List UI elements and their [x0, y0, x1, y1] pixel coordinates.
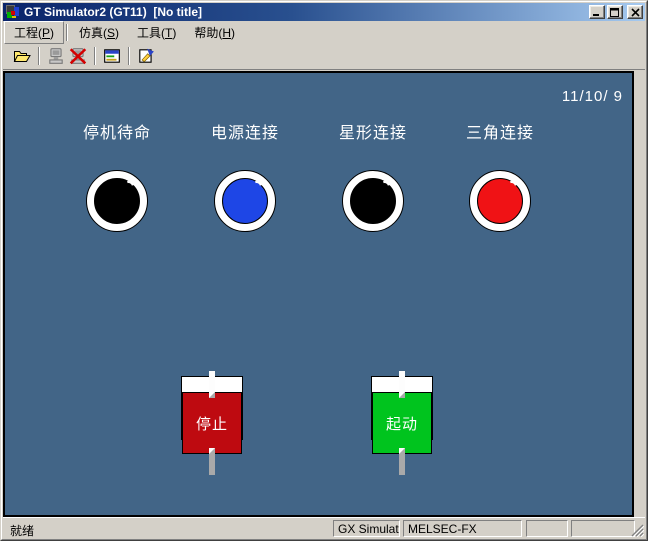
device-monitor-icon [103, 47, 121, 65]
minimize-icon [592, 8, 602, 17]
gt-simulator-app-icon [5, 4, 21, 20]
client-area: 11/10/ 9 停机待命 电源连接 星形连接 三角连接 停止 起动 [3, 69, 645, 515]
lamp-highlight [121, 179, 136, 194]
lamp-label-stop-standby: 停机待命 [83, 119, 151, 143]
resize-grip-icon[interactable] [631, 524, 644, 537]
simulate-start-button[interactable] [45, 45, 67, 67]
open-project-button[interactable] [11, 45, 33, 67]
lamp-power-connect [214, 170, 276, 232]
device-monitor-button[interactable] [101, 45, 123, 67]
minimize-button[interactable] [589, 5, 605, 19]
status-panel-plc-type: MELSEC-FX [403, 520, 522, 537]
title-bar[interactable]: GT Simulator2 (GT11) [No title] [3, 3, 645, 21]
lamp-highlight [377, 179, 392, 194]
simulate-start-icon [47, 47, 65, 65]
status-panel-simulator: GX Simulator [333, 520, 400, 537]
lamp-label-star-connect: 星形连接 [339, 119, 407, 143]
lamp-delta-connect [469, 170, 531, 232]
maximize-icon [610, 8, 620, 17]
close-icon [631, 8, 640, 17]
hmi-date: 11/10/ 9 [562, 88, 623, 105]
hmi-screen: 11/10/ 9 停机待命 电源连接 星形连接 三角连接 停止 起动 [3, 71, 634, 517]
menu-separator [66, 24, 68, 41]
status-panel-empty [526, 520, 568, 537]
lamp-label-power-connect: 电源连接 [211, 119, 279, 143]
lamp-highlight [504, 179, 519, 194]
menu-bar: 工程(P) 仿真(S) 工具(T) 帮助(H) [3, 22, 645, 43]
lamp-label-delta-connect: 三角连接 [466, 119, 534, 143]
lamp-stop-standby [86, 170, 148, 232]
toolbar-separator [94, 47, 96, 65]
close-button[interactable] [627, 5, 643, 19]
menu-project[interactable]: 工程(P) [4, 21, 64, 44]
status-message: 就绪 [10, 522, 34, 539]
lamp-star-connect [342, 170, 404, 232]
start-button[interactable]: 起动 [371, 376, 433, 440]
option-setup-icon [137, 47, 155, 65]
maximize-button[interactable] [607, 5, 623, 19]
status-panel-empty [571, 520, 635, 537]
menu-tools[interactable]: 工具(T) [128, 22, 185, 43]
stop-button[interactable]: 停止 [181, 376, 243, 440]
open-folder-icon [13, 48, 31, 64]
lamp-highlight [249, 179, 264, 194]
option-setup-button[interactable] [135, 45, 157, 67]
menu-help[interactable]: 帮助(H) [185, 22, 244, 43]
toolbar [3, 43, 645, 69]
simulate-stop-icon [69, 47, 87, 65]
toolbar-separator [128, 47, 130, 65]
status-bar: 就绪 GX Simulator MELSEC-FX [3, 517, 645, 538]
gt-simulator2-window: GT Simulator2 (GT11) [No title] 工程(P) 仿真… [0, 0, 648, 541]
menu-simulate[interactable]: 仿真(S) [70, 22, 128, 43]
simulate-stop-button[interactable] [67, 45, 89, 67]
window-title: GT Simulator2 (GT11) [No title] [24, 5, 586, 19]
toolbar-separator [38, 47, 40, 65]
